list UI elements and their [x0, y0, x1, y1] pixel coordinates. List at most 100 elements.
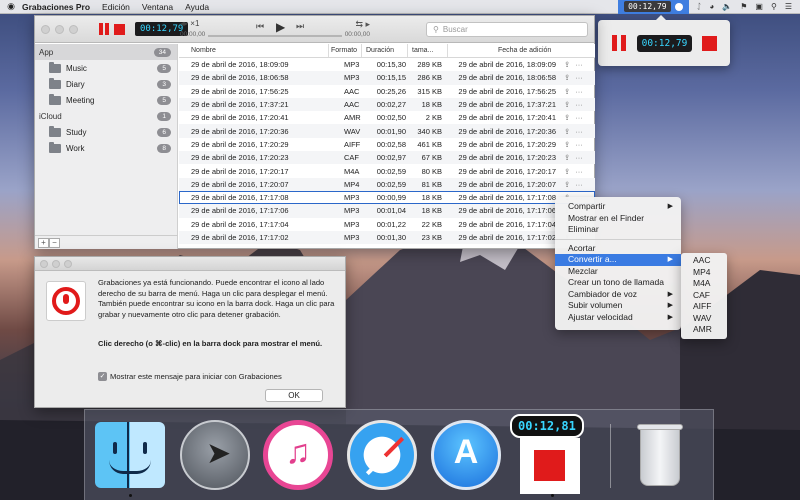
stop-button[interactable] [114, 23, 125, 35]
pause-button[interactable] [98, 23, 110, 35]
more-icon[interactable]: ··· [575, 73, 583, 82]
show-message-checkbox-row[interactable]: ✓ Mostrar este mensaje para iniciar con … [98, 372, 282, 381]
trash-icon[interactable] [634, 422, 686, 488]
convert-format-item[interactable]: AMR [681, 324, 727, 336]
loop-icon[interactable]: ⇆ ▸ [355, 19, 370, 30]
table-row[interactable]: 29 de abril de 2016, 18:06:58 MP3 00:15,15… [179, 71, 595, 85]
volume-icon[interactable]: 🔈 [722, 2, 732, 11]
apple-icon[interactable]: ◉ [0, 1, 22, 12]
safari-icon[interactable] [347, 420, 417, 490]
convert-format-item[interactable]: AIFF [681, 301, 727, 313]
dialog-minimize-button[interactable] [52, 259, 60, 268]
mini-pause-button[interactable] [611, 35, 627, 51]
more-icon[interactable]: ··· [575, 113, 583, 122]
context-menu-item[interactable]: Eliminar [555, 224, 681, 236]
flag-icon[interactable]: ⚑ [740, 2, 747, 11]
search-input[interactable]: ⚲ Buscar [426, 22, 588, 37]
table-row[interactable]: 29 de abril de 2016, 17:20:36 WAV 00:01,90… [179, 124, 595, 138]
column-header-date-added[interactable]: Fecha de adición [448, 44, 595, 57]
context-menu-item[interactable]: Compartir ▶ [555, 201, 681, 213]
share-icon[interactable]: ⇪ [564, 153, 570, 162]
context-menu-item[interactable]: Ajustar velocidad ▶ [555, 312, 681, 324]
finder-icon[interactable] [95, 422, 165, 488]
convert-format-item[interactable]: MP4 [681, 267, 727, 279]
wifi-icon[interactable]: ◕ [709, 2, 714, 11]
share-icon[interactable]: ⇪ [564, 127, 570, 136]
column-header-duration[interactable]: Duración [362, 44, 408, 57]
recording-status-item[interactable]: 00:12,79 [618, 0, 689, 14]
context-menu-item[interactable]: Mostrar en el Finder [555, 213, 681, 225]
menu-ayuda[interactable]: Ayuda [185, 2, 209, 12]
bluetooth-icon[interactable]: ᛇ [697, 2, 702, 11]
more-icon[interactable]: ··· [575, 153, 583, 162]
play-icon[interactable]: ▶ [276, 20, 285, 34]
minimize-button[interactable] [55, 24, 64, 34]
convert-format-item[interactable]: AAC [681, 255, 727, 267]
table-row[interactable]: 29 de abril de 2016, 17:20:07 MP4 00:02,59… [179, 177, 595, 191]
convert-format-item[interactable]: WAV [681, 313, 727, 325]
more-icon[interactable]: ··· [575, 87, 583, 96]
share-icon[interactable]: ⇪ [564, 140, 570, 149]
app-menu[interactable]: Grabaciones Pro [22, 2, 90, 12]
context-menu-item[interactable]: Cambiador de voz ▶ [555, 289, 681, 301]
dialog-zoom-button[interactable] [64, 259, 72, 268]
share-icon[interactable]: ⇪ [564, 73, 570, 82]
menu-ventana[interactable]: Ventana [142, 2, 173, 12]
share-icon[interactable]: ⇪ [564, 100, 570, 109]
table-row[interactable]: 29 de abril de 2016, 17:20:23 CAF 00:02,97… [179, 151, 595, 165]
context-menu-item[interactable]: Mezclar [555, 266, 681, 278]
more-icon[interactable]: ··· [575, 60, 583, 69]
speed-control[interactable]: ◂▸ ×1 [180, 19, 199, 28]
more-icon[interactable]: ··· [575, 127, 583, 136]
table-row[interactable]: 29 de abril de 2016, 17:17:04 MP3 00:01,22… [179, 218, 595, 231]
share-icon[interactable]: ⇪ [564, 113, 570, 122]
more-icon[interactable]: ··· [575, 167, 583, 176]
more-icon[interactable]: ··· [575, 100, 583, 109]
share-icon[interactable]: ⇪ [564, 87, 570, 96]
column-header-name[interactable]: Nombre [179, 44, 329, 57]
table-row[interactable]: 29 de abril de 2016, 17:20:41 AMR 00:02,50… [179, 111, 595, 124]
convert-format-item[interactable]: CAF [681, 290, 727, 302]
context-menu-item[interactable]: Acortar [555, 243, 681, 255]
table-row[interactable]: 29 de abril de 2016, 17:56:25 AAC 00:25,26… [179, 85, 595, 98]
search-icon[interactable]: ⚲ [771, 2, 777, 11]
more-icon[interactable]: ··· [575, 180, 583, 189]
column-header-size[interactable]: tama... [408, 44, 448, 57]
lock-icon[interactable]: ▣ [755, 2, 763, 11]
playback-progress-bar[interactable] [208, 35, 342, 37]
context-menu-item[interactable]: Convertir a... ▶ [555, 254, 681, 266]
sidebar-item-work[interactable]: Work 8 [35, 140, 177, 156]
table-row[interactable]: 29 de abril de 2016, 17:17:02 MP3 00:01,30… [179, 230, 595, 245]
close-button[interactable] [41, 24, 50, 34]
column-header-format[interactable]: Formato [329, 44, 362, 57]
ok-button[interactable]: OK [265, 389, 323, 402]
sidebar-group-icloud[interactable]: iCloud 1 [35, 108, 177, 124]
convert-format-item[interactable]: M4A [681, 278, 727, 290]
share-icon[interactable]: ⇪ [564, 180, 570, 189]
launchpad-icon[interactable]: ➤ [180, 420, 250, 490]
dialog-close-button[interactable] [40, 259, 48, 268]
table-row[interactable]: 29 de abril de 2016, 17:17:08 MP3 00:00,99… [179, 190, 595, 205]
itunes-icon[interactable]: ♫ [263, 420, 333, 490]
mini-stop-button[interactable] [702, 35, 718, 51]
forward-icon[interactable]: ⏭ [296, 21, 304, 32]
remove-folder-button[interactable]: − [49, 237, 60, 248]
zoom-button[interactable] [69, 24, 78, 34]
share-icon[interactable]: ⇪ [564, 60, 570, 69]
sidebar-item-meeting[interactable]: Meeting 5 [35, 92, 177, 108]
sidebar-item-music[interactable]: Music 5 [35, 60, 177, 76]
sidebar-item-study[interactable]: Study 6 [35, 124, 177, 140]
context-menu-item[interactable]: Subir volumen ▶ [555, 300, 681, 312]
sidebar-item-diary[interactable]: Diary 3 [35, 76, 177, 92]
rewind-icon[interactable]: ⏮ [256, 21, 264, 32]
table-row[interactable]: 29 de abril de 2016, 17:37:21 AAC 00:02,27… [179, 97, 595, 112]
menu-icon[interactable]: ☰ [785, 2, 792, 11]
table-row[interactable]: 29 de abril de 2016, 18:09:09 MP3 00:15,30… [179, 58, 595, 71]
grabaciones-dock-icon[interactable]: 00:12,81 [510, 414, 592, 494]
app-store-icon[interactable]: A [431, 420, 501, 490]
checkbox-checked-icon[interactable]: ✓ [98, 372, 107, 381]
more-icon[interactable]: ··· [575, 140, 583, 149]
add-folder-button[interactable]: + [38, 237, 49, 248]
context-menu-item[interactable]: Crear un tono de llamada [555, 277, 681, 289]
table-row[interactable]: 29 de abril de 2016, 17:17:06 MP3 00:01,04… [179, 204, 595, 218]
